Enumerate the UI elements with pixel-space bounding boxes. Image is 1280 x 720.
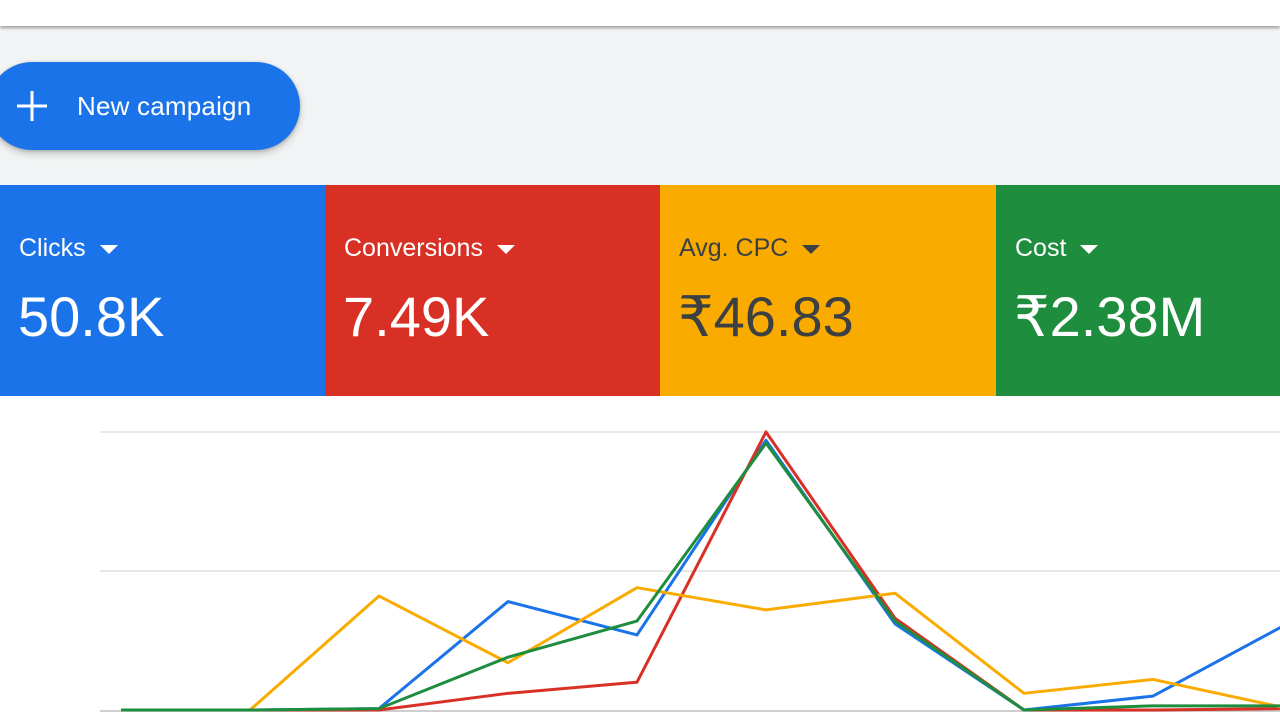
top-app-bar bbox=[0, 0, 1280, 26]
metric-card-cost[interactable]: Cost ₹2.38M bbox=[996, 185, 1280, 396]
metric-value: 7.49K bbox=[343, 285, 490, 348]
new-campaign-button[interactable]: New campaign bbox=[0, 62, 300, 150]
metric-value: ₹46.83 bbox=[678, 285, 854, 348]
metric-card-clicks[interactable]: Clicks 50.8K bbox=[0, 185, 325, 396]
metric-value: ₹2.38M bbox=[1014, 285, 1206, 348]
metric-card-conversions[interactable]: Conversions 7.49K bbox=[325, 185, 660, 396]
new-campaign-label: New campaign bbox=[77, 91, 252, 121]
metric-value: 50.8K bbox=[18, 285, 165, 348]
metric-selector-conversions[interactable]: Conversions bbox=[344, 233, 515, 263]
chart-series-line-2 bbox=[121, 586, 1280, 712]
metric-cards: Clicks 50.8K Conversions 7.49K Avg. CPC … bbox=[0, 185, 1280, 396]
metric-name-label: Cost bbox=[1015, 234, 1067, 262]
metric-name-label: Clicks bbox=[19, 234, 86, 262]
metric-name-label: Conversions bbox=[344, 234, 483, 262]
metric-selector-cost[interactable]: Cost bbox=[1015, 233, 1099, 263]
plus-icon bbox=[17, 91, 47, 121]
metric-card-avg-cpc[interactable]: Avg. CPC ₹46.83 bbox=[660, 185, 996, 396]
dropdown-caret-icon bbox=[496, 244, 515, 254]
dropdown-caret-icon bbox=[802, 244, 821, 254]
line-chart bbox=[100, 430, 1280, 712]
metric-name-label: Avg. CPC bbox=[679, 234, 789, 262]
performance-chart bbox=[0, 396, 1280, 720]
dropdown-caret-icon bbox=[99, 244, 118, 254]
metric-selector-clicks[interactable]: Clicks bbox=[19, 233, 118, 263]
metric-selector-avg-cpc[interactable]: Avg. CPC bbox=[679, 233, 821, 263]
dropdown-caret-icon bbox=[1080, 244, 1099, 254]
